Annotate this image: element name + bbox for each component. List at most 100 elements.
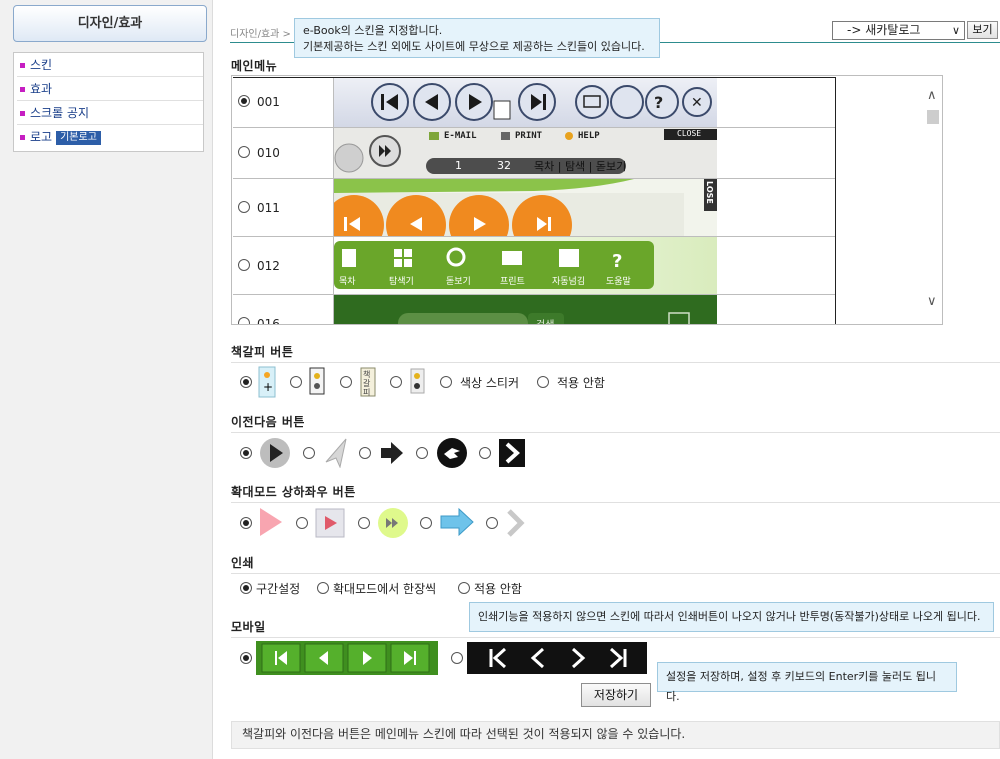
mobile-style1-icon bbox=[256, 641, 438, 675]
skin-radio-010[interactable] bbox=[238, 146, 250, 158]
print-label-range: 구간설정 bbox=[256, 582, 301, 596]
bookmark-style4-icon bbox=[410, 368, 425, 394]
toolbar-label-print: 프린트 bbox=[500, 277, 525, 287]
zoom-radio-3[interactable] bbox=[358, 517, 370, 529]
zoom-style1-icon bbox=[260, 508, 282, 536]
sidebar-menu: 스킨 효과 스크롤 공지 로고 기본로고 bbox=[13, 52, 204, 152]
bookmark-radio-1[interactable] bbox=[240, 376, 252, 388]
view-button[interactable]: 보기 bbox=[967, 21, 998, 39]
bullet-icon bbox=[20, 110, 25, 116]
prevnext-radio-4[interactable] bbox=[416, 447, 428, 459]
toolbar-label-autoflip: 자동넘김 bbox=[552, 277, 586, 287]
mobile-style2-icon bbox=[467, 642, 647, 674]
skin-016-toolbar-icon bbox=[398, 312, 690, 324]
save-button[interactable]: 저장하기 bbox=[581, 683, 651, 707]
zoom-style4-icon bbox=[440, 507, 474, 537]
default-logo-badge[interactable]: 기본로고 bbox=[56, 131, 101, 145]
tooltip-line: e-Book의 스킨을 지정합니다. bbox=[303, 24, 443, 37]
zoom-radio-4[interactable] bbox=[420, 517, 432, 529]
skin-001-toolbar-icon: ? ✕ bbox=[371, 83, 712, 121]
zoom-section-title: 확대모드 상하좌우 버튼 bbox=[231, 485, 356, 499]
section-divider bbox=[231, 637, 1000, 638]
prevnext-section-title: 이전다음 버튼 bbox=[231, 415, 305, 429]
sidebar-item-effect[interactable]: 효과 bbox=[17, 77, 203, 101]
sidebar-divider bbox=[212, 0, 213, 759]
section-divider bbox=[231, 362, 1000, 363]
preview-email-label: E-MAIL bbox=[444, 131, 477, 141]
section-divider bbox=[231, 573, 1000, 574]
skin-preview-010: E-MAIL PRINT HELP CLOSE 1 32 목차 | 탐색 | 돋… bbox=[334, 128, 717, 178]
sidebar-item-scroll-notice[interactable]: 스크롤 공지 bbox=[17, 101, 203, 125]
sidebar-item-logo[interactable]: 로고 기본로고 bbox=[17, 125, 203, 149]
catalog-select-value: -> 새카탈로그 bbox=[847, 23, 921, 37]
skin-preview-001: ? ✕ bbox=[334, 77, 717, 127]
skin-id: 001 bbox=[257, 95, 280, 109]
bookmark-radio-color-sticker[interactable] bbox=[440, 376, 452, 388]
zoom-radio-2[interactable] bbox=[296, 517, 308, 529]
svg-text:+: + bbox=[263, 380, 273, 394]
prevnext-style4-icon bbox=[437, 438, 467, 468]
zoom-style2-icon bbox=[315, 508, 345, 538]
zoom-radio-1[interactable] bbox=[240, 517, 252, 529]
skin-preview-016: 검색 bbox=[334, 295, 717, 324]
bookmark-radio-3[interactable] bbox=[340, 376, 352, 388]
mobile-radio-1[interactable] bbox=[240, 652, 252, 664]
bookmark-radio-2[interactable] bbox=[290, 376, 302, 388]
mobile-radio-2[interactable] bbox=[451, 652, 463, 664]
skin-label-cell: 010 bbox=[233, 128, 334, 178]
skin-radio-011[interactable] bbox=[238, 201, 250, 213]
preview-page-number: 1 bbox=[455, 159, 462, 172]
scroll-down-icon[interactable]: ∨ bbox=[927, 294, 937, 309]
breadcrumb: 디자인/효과 > bbox=[230, 29, 291, 40]
skin-id: 016 bbox=[257, 317, 280, 325]
bookmark-radio-4[interactable] bbox=[390, 376, 402, 388]
prevnext-radio-3[interactable] bbox=[359, 447, 371, 459]
section-divider bbox=[231, 502, 1000, 503]
skin-table: 001 ? ✕ 010 E-MAIL PRINT HELP CLOSE 1 32… bbox=[233, 77, 836, 325]
skin-radio-012[interactable] bbox=[238, 259, 250, 271]
preview-nav-labels: 목차 | 탐색 | 돋보기 bbox=[534, 160, 627, 173]
sidebar-item-label: 효과 bbox=[30, 82, 53, 96]
prevnext-radio-5[interactable] bbox=[479, 447, 491, 459]
zoom-radio-5[interactable] bbox=[486, 517, 498, 529]
prevnext-style1-icon bbox=[260, 438, 290, 468]
skin-list-scrollbar[interactable]: ∧ ∨ bbox=[924, 76, 942, 324]
print-radio-zoom-single[interactable] bbox=[317, 582, 329, 594]
bookmark-style3-text: 책갈피 bbox=[363, 370, 371, 397]
preview-print-label: PRINT bbox=[515, 131, 543, 141]
print-radio-range[interactable] bbox=[240, 582, 252, 594]
sidebar-item-skin[interactable]: 스킨 bbox=[17, 53, 203, 77]
bookmark-radio-none[interactable] bbox=[537, 376, 549, 388]
skin-list: 001 ? ✕ 010 E-MAIL PRINT HELP CLOSE 1 32… bbox=[231, 75, 943, 325]
save-help-tooltip: 설정을 저장하며, 설정 후 키보드의 Enter키를 눌러도 됩니다. bbox=[657, 662, 957, 703]
sidebar-item-label: 로고 bbox=[30, 130, 53, 144]
zoom-style3-icon bbox=[378, 508, 408, 538]
skin-radio-001[interactable] bbox=[238, 95, 250, 107]
scroll-up-icon[interactable]: ∧ bbox=[927, 88, 937, 103]
skin-row-010: 010 E-MAIL PRINT HELP CLOSE 1 32 목차 | 탐색… bbox=[233, 128, 836, 179]
scrollbar-thumb[interactable] bbox=[927, 110, 939, 124]
toolbar-label-help: 도움말 bbox=[606, 277, 631, 287]
mobile-section-title: 모바일 bbox=[231, 620, 266, 634]
print-radio-none[interactable] bbox=[458, 582, 470, 594]
bookmark-style1-icon: + bbox=[258, 366, 276, 398]
preview-close-label: CLOSE bbox=[677, 129, 702, 138]
zoom-style5-icon bbox=[507, 509, 525, 537]
skin-011-toolbar-icon bbox=[334, 179, 717, 236]
skin-row-spacer bbox=[717, 77, 836, 127]
toolbar-label-explorer: 탐색기 bbox=[389, 277, 414, 287]
preview-close-label: LOSE bbox=[705, 181, 714, 204]
prevnext-radio-1[interactable] bbox=[240, 447, 252, 459]
sidebar-item-label: 스킨 bbox=[30, 58, 53, 72]
skin-label-cell: 011 bbox=[233, 179, 334, 236]
skin-radio-016[interactable] bbox=[238, 317, 250, 324]
bookmark-label-color-sticker: 색상 스티커 bbox=[460, 376, 520, 390]
catalog-select[interactable]: -> 새카탈로그 ∨ bbox=[832, 21, 965, 40]
main-menu-title: 메인메뉴 bbox=[231, 59, 278, 73]
skin-help-tooltip: e-Book의 스킨을 지정합니다. 기본제공하는 스킨 외에도 사이트에 무상… bbox=[294, 18, 660, 58]
prevnext-radio-2[interactable] bbox=[303, 447, 315, 459]
skin-label-cell: 016 bbox=[233, 295, 334, 325]
prevnext-style3-icon bbox=[381, 442, 403, 464]
skin-label-cell: 001 bbox=[233, 77, 334, 127]
skin-row-spacer bbox=[717, 295, 836, 324]
